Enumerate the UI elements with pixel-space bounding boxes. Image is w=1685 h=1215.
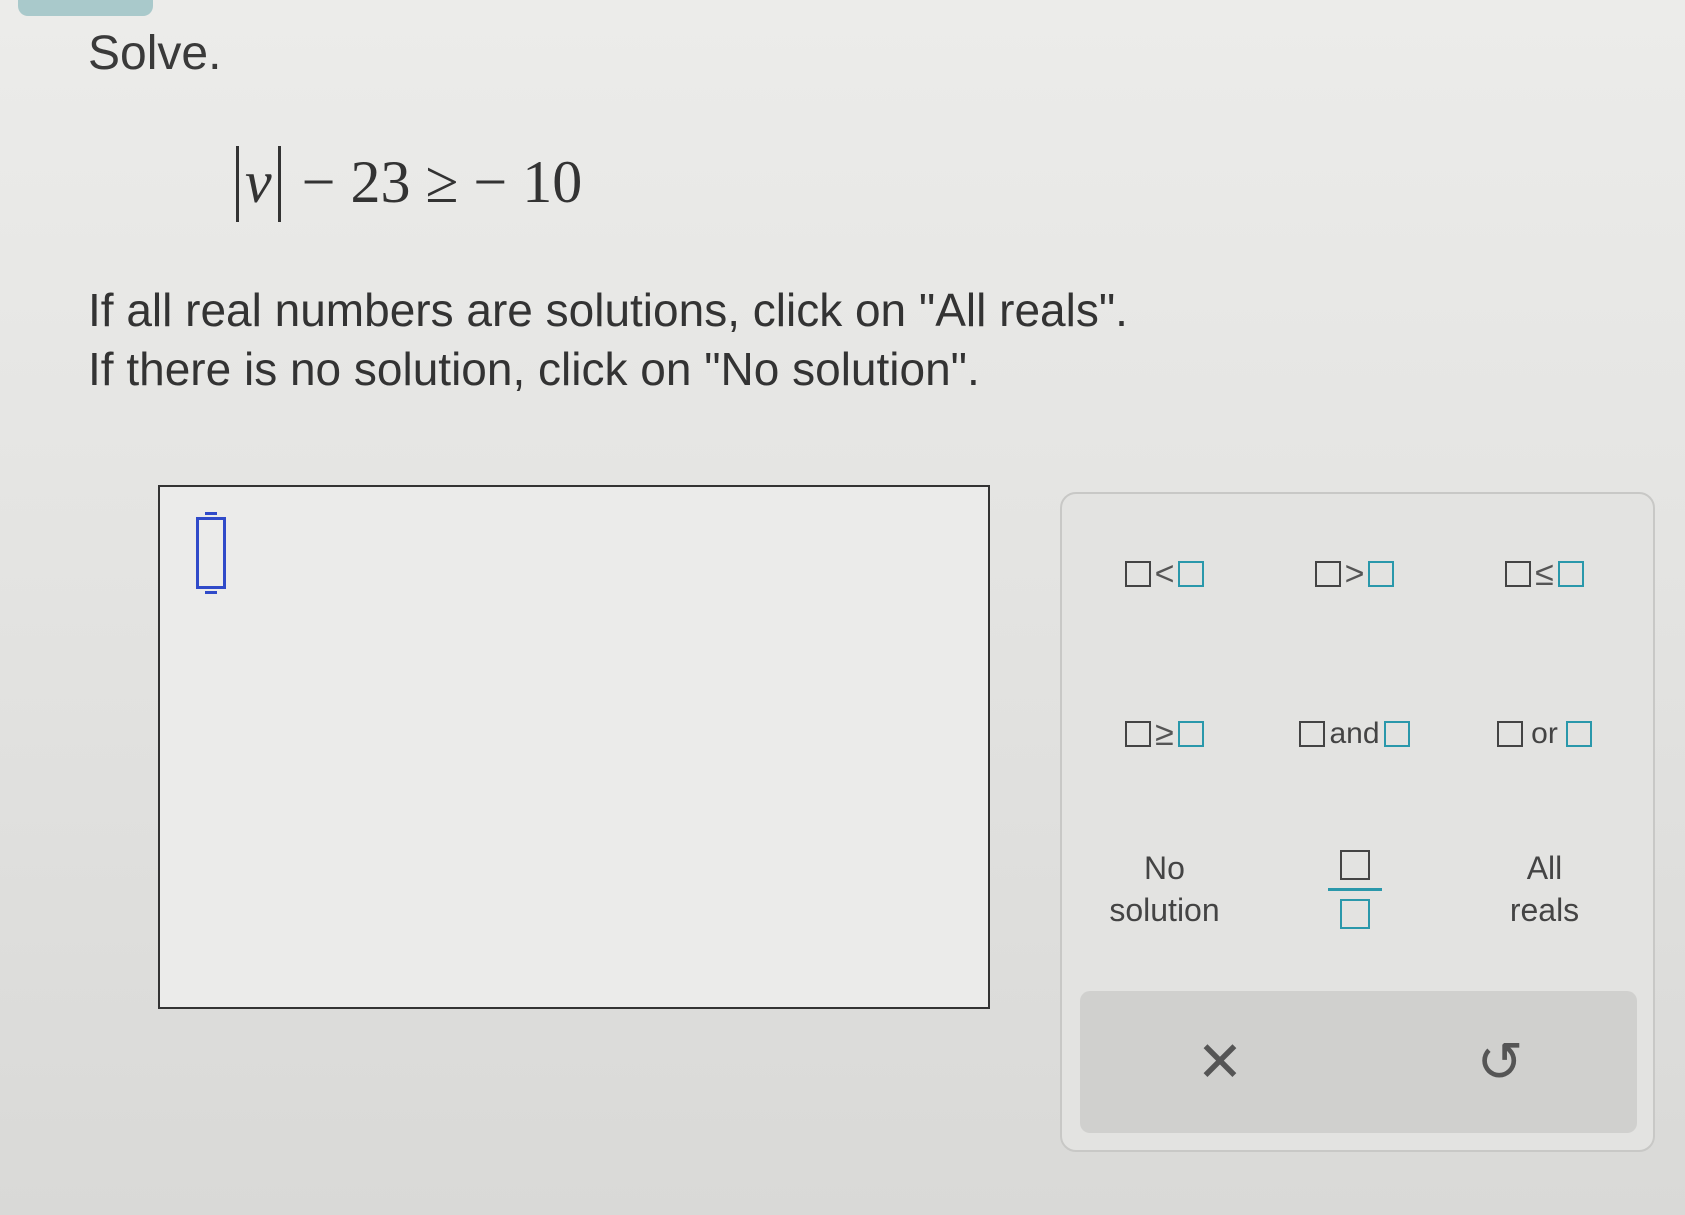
denominator-square bbox=[1339, 898, 1370, 929]
abs-bar-left bbox=[236, 146, 239, 223]
placeholder-square bbox=[1178, 561, 1205, 587]
action-bar: ✕ ↺ bbox=[1080, 991, 1637, 1133]
placeholder-square bbox=[1177, 721, 1204, 747]
placeholder-square bbox=[1124, 561, 1151, 587]
instruction-all-reals: If all real numbers are solutions, click… bbox=[88, 284, 1128, 336]
placeholder-square bbox=[1497, 721, 1524, 747]
clear-button[interactable]: ✕ bbox=[1120, 991, 1320, 1133]
all-reals-button[interactable]: All reals bbox=[1462, 839, 1627, 939]
problem-title: Solve. bbox=[88, 27, 222, 80]
undo-button[interactable]: ↺ bbox=[1400, 991, 1600, 1133]
less-equal-button[interactable]: ≤ bbox=[1462, 539, 1627, 609]
placeholder-square bbox=[1299, 721, 1326, 747]
greater-than-button[interactable]: > bbox=[1272, 539, 1437, 609]
placeholder-square bbox=[1125, 721, 1152, 747]
placeholder-square bbox=[1314, 561, 1341, 587]
input-cursor bbox=[196, 512, 226, 594]
equation-variable: v bbox=[245, 149, 272, 215]
equation-rest: − 23 ≥ − 10 bbox=[301, 149, 583, 215]
less-than-button[interactable]: < bbox=[1082, 539, 1247, 609]
answer-input-box[interactable] bbox=[158, 485, 990, 1009]
fraction-bar bbox=[1327, 887, 1382, 891]
top-tab bbox=[18, 0, 153, 16]
close-icon: ✕ bbox=[1196, 1030, 1244, 1093]
placeholder-square bbox=[1557, 561, 1584, 587]
placeholder-square bbox=[1505, 561, 1532, 587]
no-solution-button[interactable]: No solution bbox=[1082, 839, 1247, 939]
math-palette: < > ≤ ≥ and or No solution All reals ✕ ↺ bbox=[1060, 492, 1655, 1152]
placeholder-square bbox=[1383, 721, 1410, 747]
equation: v − 23 ≥ − 10 bbox=[230, 146, 583, 226]
placeholder-square bbox=[1368, 561, 1395, 587]
fraction-button[interactable] bbox=[1272, 839, 1437, 939]
instruction-no-solution: If there is no solution, click on "No so… bbox=[88, 343, 980, 395]
placeholder-square bbox=[1565, 721, 1592, 747]
greater-equal-button[interactable]: ≥ bbox=[1082, 699, 1247, 769]
undo-icon: ↺ bbox=[1476, 1030, 1524, 1093]
or-button[interactable]: or bbox=[1462, 699, 1627, 769]
and-button[interactable]: and bbox=[1272, 699, 1437, 769]
abs-bar-right bbox=[277, 146, 281, 223]
numerator-square bbox=[1339, 849, 1370, 880]
